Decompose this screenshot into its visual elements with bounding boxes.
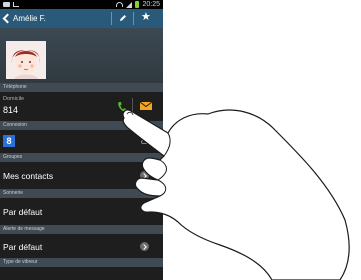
status-bar: 20:25 (0, 0, 163, 9)
notification-mail-icon (3, 2, 10, 7)
phone-number: 814 (3, 105, 19, 115)
battery-icon (135, 1, 140, 8)
usb-icon (13, 2, 19, 7)
message-alert-row[interactable]: Par défaut (0, 234, 163, 258)
avatar[interactable] (6, 41, 46, 79)
connection-row[interactable]: 8 (0, 130, 163, 153)
section-connection: Connexion (0, 121, 163, 130)
status-time: 20:25 (142, 1, 160, 8)
back-icon[interactable] (2, 13, 13, 24)
ringtone-row[interactable]: Par défaut (0, 198, 163, 225)
google-icon[interactable]: 8 (3, 135, 15, 147)
section-ringtone: Sonnerie (0, 189, 163, 198)
section-vibration: Type de vibreur (0, 258, 163, 267)
avatar-illustration (6, 41, 46, 79)
chevron-right-icon[interactable] (140, 171, 149, 180)
header-divider (111, 12, 112, 25)
pencil-icon[interactable] (119, 14, 127, 22)
signal-icon (126, 1, 133, 8)
star-icon[interactable]: ★ (141, 12, 152, 23)
section-message-alert: Alerte de message (0, 225, 163, 234)
envelope-icon[interactable] (140, 102, 152, 110)
groups-row[interactable]: Mes contacts (0, 162, 163, 189)
contact-name[interactable]: Amélie F. (13, 13, 46, 24)
phone-icon[interactable] (117, 101, 126, 112)
phone-screen: 20:25 Amélie F. ★ Téléphone Domicile 814… (0, 0, 163, 280)
message-alert-value: Par défaut (3, 242, 43, 252)
chevron-right-icon[interactable] (140, 242, 149, 251)
section-groups: Groupes (0, 153, 163, 162)
row-divider (132, 98, 133, 115)
groups-value: Mes contacts (3, 171, 54, 181)
phone-type-label: Domicile (3, 96, 25, 102)
header-divider (133, 12, 134, 25)
link-icon (141, 140, 150, 144)
contact-header: Amélie F. ★ (0, 9, 163, 28)
profile-area (0, 28, 163, 83)
ringtone-value: Par défaut (3, 207, 43, 217)
wifi-icon (116, 2, 124, 7)
phone-number-row[interactable]: Domicile 814 (0, 92, 163, 121)
vibration-row[interactable] (0, 267, 163, 280)
section-phone: Téléphone (0, 83, 163, 92)
